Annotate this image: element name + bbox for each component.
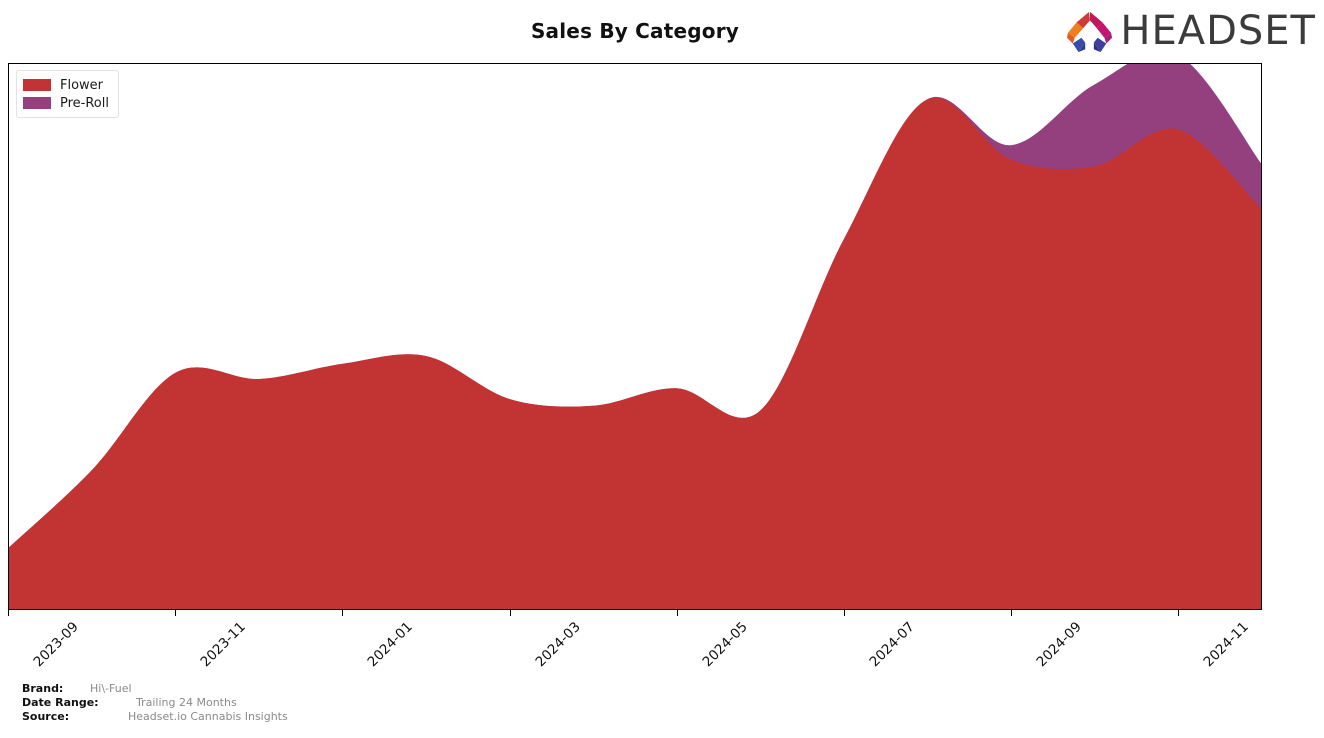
chart-metadata: Brand: Hi\-Fuel Date Range: Trailing 24 … bbox=[22, 682, 722, 724]
stacked-area-chart bbox=[9, 64, 1261, 609]
legend-swatch-flower bbox=[23, 79, 51, 91]
x-axis: 2023-09 2023-11 2024-01 2024-03 2024-05 2024-… bbox=[8, 610, 1262, 670]
x-tick-label: 2023-11 bbox=[197, 619, 249, 671]
headset-wordmark: HEADSET bbox=[1120, 8, 1316, 54]
chart-plot-area: Flower Pre-Roll bbox=[8, 63, 1262, 610]
source-value: Headset.io Cannabis Insights bbox=[128, 710, 288, 723]
x-tick-label: 2024-11 bbox=[1200, 619, 1253, 671]
x-tick-label: 2024-01 bbox=[364, 619, 417, 671]
meta-row-source: Source: Headset.io Cannabis Insights bbox=[22, 710, 722, 724]
brand-value: Hi\-Fuel bbox=[90, 682, 132, 695]
x-tick-label: 2024-07 bbox=[866, 619, 918, 671]
chart-legend: Flower Pre-Roll bbox=[16, 70, 119, 118]
chart-header: Sales By Category HEADSET bbox=[0, 0, 1324, 63]
x-tick-mark bbox=[676, 610, 678, 616]
legend-label-flower: Flower bbox=[60, 77, 104, 93]
legend-item-flower[interactable]: Flower bbox=[23, 76, 109, 94]
x-tick-label: 2024-05 bbox=[699, 619, 751, 671]
x-tick-label: 2024-09 bbox=[1033, 619, 1085, 671]
date-range-value: Trailing 24 Months bbox=[136, 696, 237, 709]
legend-item-pre-roll[interactable]: Pre-Roll bbox=[23, 94, 109, 112]
x-tick-mark bbox=[175, 610, 177, 616]
x-tick-label: 2023-09 bbox=[30, 619, 82, 671]
x-tick-label: 2024-03 bbox=[532, 619, 584, 671]
headset-arch-logo-icon bbox=[1066, 8, 1114, 54]
legend-swatch-pre-roll bbox=[23, 97, 51, 109]
x-tick-mark bbox=[1011, 610, 1013, 616]
headset-logo: HEADSET bbox=[1066, 6, 1316, 56]
x-tick-mark bbox=[342, 610, 344, 616]
meta-row-date-range: Date Range: Trailing 24 Months bbox=[22, 696, 722, 710]
meta-row-brand: Brand: Hi\-Fuel bbox=[22, 682, 722, 696]
x-tick-mark bbox=[844, 610, 845, 616]
x-tick-mark bbox=[8, 610, 9, 616]
date-range-label: Date Range: bbox=[22, 696, 99, 709]
brand-label: Brand: bbox=[22, 682, 64, 695]
x-tick-mark bbox=[1178, 610, 1180, 616]
x-tick-mark bbox=[509, 610, 511, 616]
legend-label-pre-roll: Pre-Roll bbox=[60, 95, 109, 111]
area-series-flower bbox=[9, 97, 1261, 609]
source-label: Source: bbox=[22, 710, 70, 723]
